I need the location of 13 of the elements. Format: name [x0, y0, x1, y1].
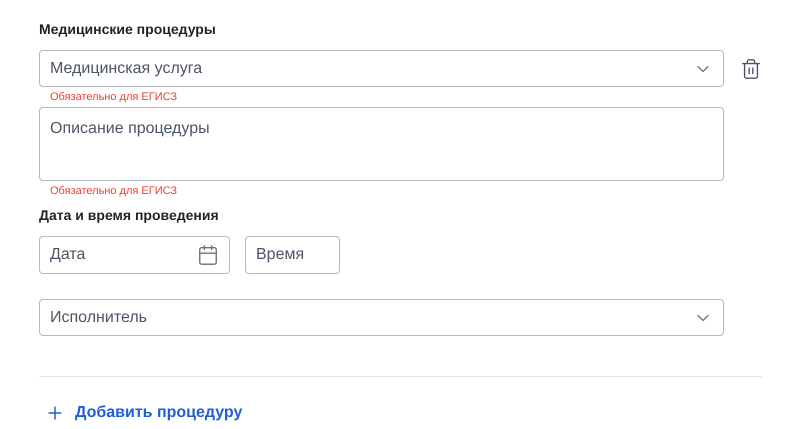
add-procedure-button[interactable]: Добавить процедуру: [45, 401, 242, 425]
description-field[interactable]: Описание процедуры: [39, 107, 724, 181]
trash-icon: [740, 58, 762, 80]
error-message: Обязательно для ЕГИСЗ: [50, 184, 178, 198]
error-message: Обязательно для ЕГИСЗ: [50, 90, 178, 104]
date-field[interactable]: Дата: [39, 236, 230, 274]
performer-select[interactable]: Исполнитель: [39, 299, 724, 336]
section-title: Медицинские процедуры: [39, 20, 216, 38]
service-select[interactable]: Медицинская услуга: [39, 50, 724, 87]
datetime-label: Дата и время проведения: [39, 206, 219, 224]
calendar-icon: [197, 244, 219, 266]
delete-button[interactable]: [739, 56, 763, 80]
time-field[interactable]: Время: [245, 236, 340, 274]
